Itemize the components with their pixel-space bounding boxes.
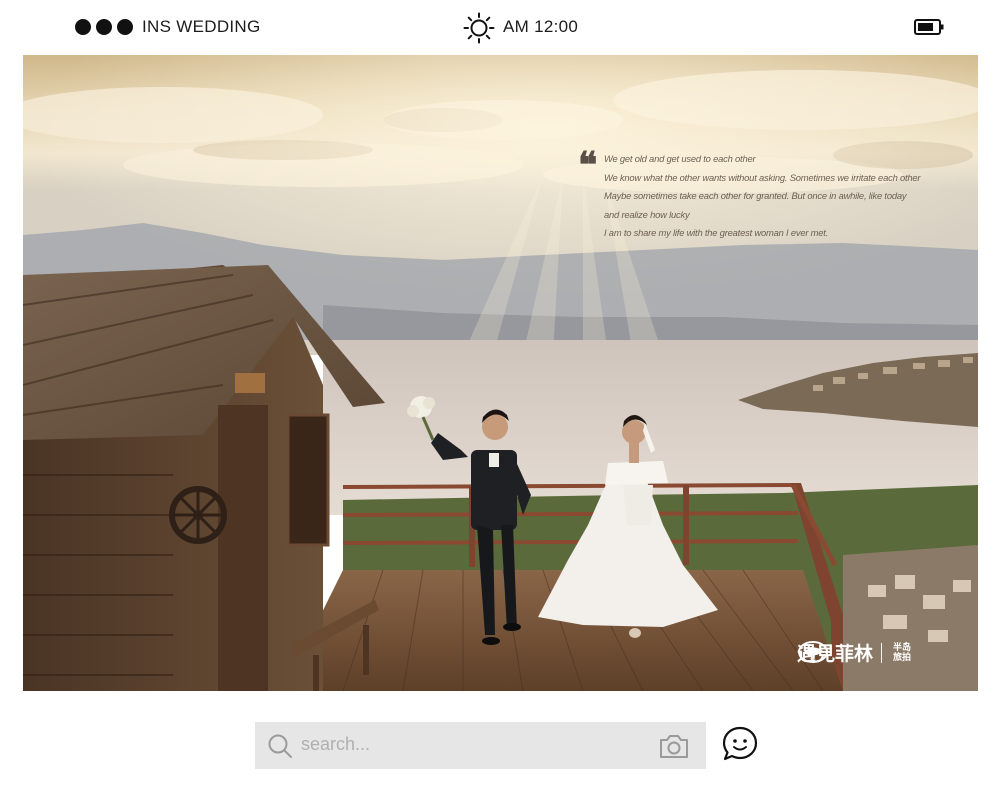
dot-icon <box>75 19 91 35</box>
quote-line: We know what the other wants without ask… <box>604 171 921 183</box>
status-bar: INS WEDDING AM 12:00 <box>0 0 1000 54</box>
quote-line: We get old and get used to each other <box>604 153 756 164</box>
search-bar[interactable]: search... <box>255 722 706 769</box>
dot-icon <box>117 19 133 35</box>
quote-line: I am to share my life with the greatest … <box>604 227 829 239</box>
search-icon[interactable] <box>267 733 293 759</box>
watermark-partner: 半岛旅拍 <box>893 642 912 663</box>
quote-line: and realize how lucky <box>604 208 690 220</box>
app-title: INS WEDDING <box>142 17 261 36</box>
window-dots[interactable] <box>75 19 133 35</box>
dot-icon <box>96 19 112 35</box>
studio-logo-icon <box>798 641 828 663</box>
search-input[interactable]: search... <box>301 734 370 755</box>
sun-icon <box>463 12 495 44</box>
battery-icon <box>914 19 944 35</box>
watermark-divider <box>881 642 883 663</box>
studio-watermark: 遇見菲林 半岛旅拍 <box>797 639 915 666</box>
chat-bubble-icon[interactable] <box>721 725 759 763</box>
quote-line: Maybe sometimes take each other for gran… <box>604 190 907 202</box>
clock-time: AM 12:00 <box>503 17 579 36</box>
wedding-photo[interactable]: ❝ We get old and get used to each other … <box>23 55 978 691</box>
camera-icon[interactable] <box>658 732 690 760</box>
quote-mark-icon: ❝ <box>578 144 598 186</box>
